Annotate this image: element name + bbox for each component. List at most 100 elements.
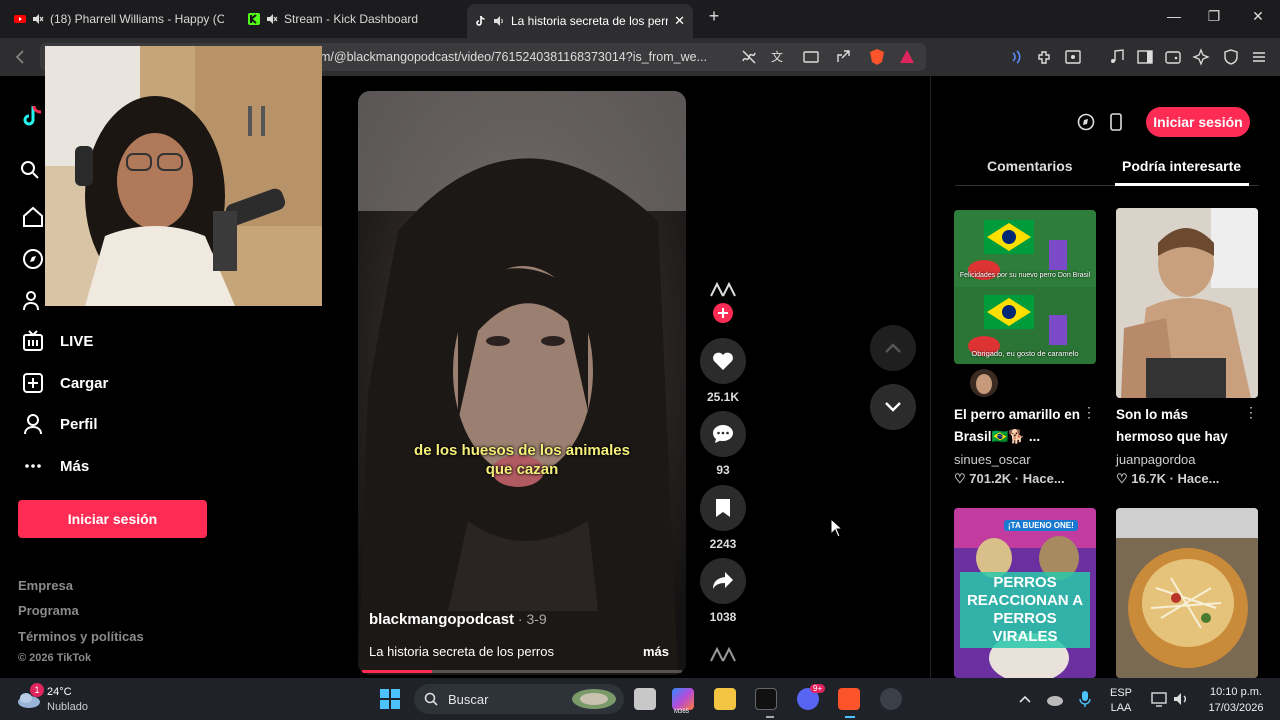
webcam-feed (45, 46, 322, 306)
sparkle-icon[interactable] (1192, 48, 1210, 66)
video-thumbnail[interactable]: Felicidades por su nuevo perro Don Brasi… (954, 210, 1096, 364)
sound-disc-icon[interactable] (707, 645, 739, 663)
save-count: 2243 (709, 537, 737, 551)
weather-desc[interactable]: Nublado (47, 701, 88, 713)
compass-icon[interactable] (1077, 113, 1095, 131)
bookmark-icon (716, 499, 730, 517)
share-arrow-icon (713, 572, 733, 589)
language-code[interactable]: ESP (1104, 687, 1138, 699)
search-icon[interactable] (20, 160, 40, 180)
screenshot-icon[interactable] (1064, 48, 1082, 66)
clock-date[interactable]: 17/03/2026 (1196, 702, 1276, 714)
onedrive-icon[interactable] (1046, 690, 1064, 708)
creator-name[interactable]: sinues_oscar (954, 452, 1031, 467)
brave-shield-icon[interactable] (868, 48, 886, 66)
extensions-icon[interactable] (1036, 48, 1054, 66)
video-player[interactable]: de los huesos de los animales que cazan … (358, 91, 686, 675)
creator-name[interactable]: juanpagordoa (1116, 452, 1196, 467)
tab-close-button[interactable]: ✕ (674, 13, 685, 29)
wallet-icon[interactable] (1164, 48, 1182, 66)
thumbnail-caption: Felicidades por su nuevo perro Don Brasi… (959, 272, 1091, 279)
menu-icon[interactable] (1250, 48, 1268, 66)
tab-comments[interactable]: Comentarios (987, 158, 1073, 174)
like-button[interactable] (700, 338, 746, 384)
brave-rewards-icon[interactable] (898, 48, 916, 66)
video-thumbnail[interactable] (1116, 508, 1258, 678)
tiktok-icon (476, 15, 485, 26)
save-button[interactable] (700, 485, 746, 531)
header-login-button[interactable]: Iniciar sesión (1146, 107, 1250, 137)
file-explorer-icon[interactable] (714, 688, 736, 710)
footer-link-programa[interactable]: Programa (18, 603, 79, 618)
translate-icon[interactable]: 文 (770, 48, 788, 66)
sidebar-item-more[interactable]: Más (22, 455, 89, 477)
share-icon[interactable] (834, 48, 852, 66)
muted-icon (33, 14, 44, 24)
next-video-button[interactable] (870, 384, 916, 430)
tab-youtube[interactable]: (18) Pharrell Williams - Happy (Of (6, 6, 232, 32)
cast-icon[interactable] (802, 48, 820, 66)
minimize-button[interactable]: — (1164, 8, 1184, 24)
microphone-icon[interactable] (1078, 690, 1092, 708)
video-author[interactable]: blackmangopodcast · 3-9 (369, 611, 547, 628)
tab-tiktok-active[interactable]: La historia secreta de los perr ✕ (467, 4, 693, 38)
footer-link-terms[interactable]: Términos y políticas (18, 629, 144, 644)
obs-icon[interactable] (880, 688, 902, 710)
chevron-up-icon[interactable] (1018, 692, 1032, 706)
footer-link-empresa[interactable]: Empresa (18, 578, 73, 593)
tab-kick[interactable]: Stream - Kick Dashboard (240, 6, 460, 32)
chevron-down-icon (885, 402, 901, 412)
subtitle-line: que cazan (485, 461, 559, 478)
mobile-app-icon[interactable] (1109, 113, 1123, 131)
volume-icon[interactable] (1172, 690, 1190, 708)
comment-count: 93 (716, 463, 730, 477)
keyboard-layout[interactable]: LAA (1104, 702, 1138, 714)
sidebar-item-profile[interactable]: Perfil (22, 413, 98, 435)
video-title[interactable]: El perro amarillo en Brasil🇧🇷🐕 ... (954, 404, 1082, 448)
windows-start-icon[interactable] (379, 688, 401, 710)
sidebar-toggle-icon[interactable] (1136, 48, 1154, 66)
back-icon[interactable] (12, 48, 30, 66)
video-progress-bar[interactable] (362, 670, 682, 673)
share-button[interactable] (700, 558, 746, 604)
tab-recommended[interactable]: Podría interesarte (1122, 158, 1241, 174)
comment-button[interactable] (700, 411, 746, 457)
capcut-icon[interactable] (755, 688, 777, 710)
m365-icon[interactable] (672, 688, 694, 710)
kebab-menu-icon[interactable]: ⋮ (1082, 404, 1096, 421)
sidebar-item-upload[interactable]: Cargar (22, 372, 108, 394)
comment-icon (713, 425, 733, 443)
no-tracking-icon[interactable] (740, 48, 758, 66)
creator-avatar[interactable] (968, 368, 1000, 398)
sidebar-item-live[interactable]: LIVE (22, 330, 93, 352)
new-tab-button[interactable]: + (704, 6, 724, 27)
follow-plus-icon[interactable] (712, 302, 734, 324)
video-thumbnail[interactable] (1116, 208, 1258, 398)
vpn-shield-icon[interactable] (1222, 48, 1240, 66)
home-icon[interactable] (22, 206, 44, 228)
post-date: · 3-9 (514, 611, 547, 627)
media-icon[interactable] (1108, 48, 1126, 66)
following-icon[interactable] (22, 290, 44, 312)
author-name[interactable]: blackmangopodcast (369, 611, 514, 628)
explore-icon[interactable] (22, 248, 44, 270)
brave-taskbar-icon[interactable] (838, 688, 860, 710)
creator-avatar[interactable] (707, 280, 739, 300)
maximize-button[interactable]: ❐ (1204, 8, 1224, 25)
weather-temp[interactable]: 24°C (47, 686, 72, 698)
leo-ai-icon[interactable] (1008, 48, 1026, 66)
login-button[interactable]: Iniciar sesión (18, 500, 207, 538)
taskbar-search[interactable]: Buscar (414, 684, 624, 714)
video-title[interactable]: Son lo más hermoso que hay (1116, 404, 1244, 448)
task-view-icon[interactable] (634, 688, 656, 710)
previous-video-button[interactable] (870, 325, 916, 371)
clock-time[interactable]: 10:10 p.m. (1196, 686, 1276, 698)
kebab-menu-icon[interactable]: ⋮ (1244, 404, 1258, 421)
network-icon[interactable] (1150, 690, 1168, 708)
sidebar-item-label: Cargar (60, 374, 109, 392)
more-link[interactable]: más (643, 644, 669, 659)
kick-icon (248, 13, 260, 25)
video-thumbnail[interactable]: ¡TA BUENO ONE! PERROS REACCIONAN A PERRO… (954, 508, 1096, 678)
tiktok-logo-icon[interactable] (22, 104, 44, 128)
close-window-button[interactable]: ✕ (1248, 8, 1268, 25)
